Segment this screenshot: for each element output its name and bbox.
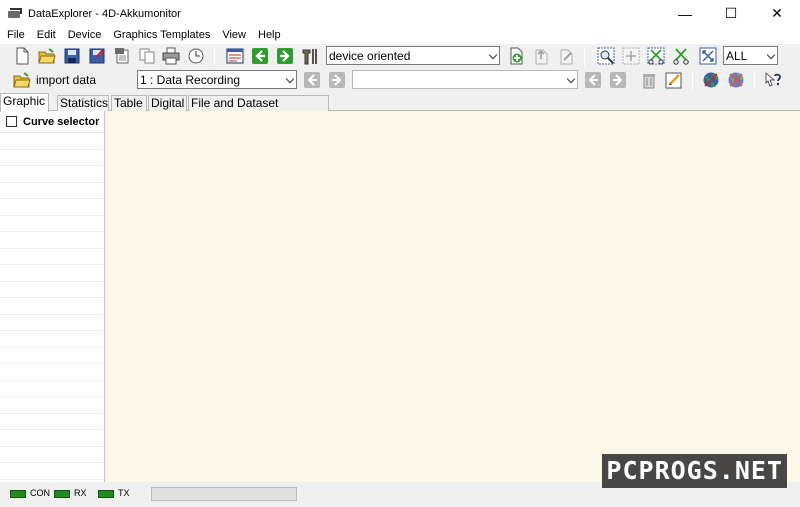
open-folder-icon[interactable] xyxy=(38,47,56,65)
new-file-icon[interactable] xyxy=(13,47,31,65)
import-folder-icon[interactable] xyxy=(13,71,31,89)
save-icon[interactable] xyxy=(63,47,81,65)
rx-label: RX xyxy=(74,488,87,498)
tab-statistics[interactable]: Statistics xyxy=(57,95,109,111)
menu-graphics-templates[interactable]: Graphics Templates xyxy=(107,27,216,44)
chevron-down-icon xyxy=(286,76,294,84)
tab-file-dataset-comment[interactable]: File and Dataset Comment xyxy=(188,95,329,124)
tx-indicator xyxy=(98,490,114,498)
clock-icon[interactable] xyxy=(187,47,205,65)
save-as-icon[interactable] xyxy=(88,47,106,65)
curve-selector-header[interactable]: Curve selector xyxy=(0,111,104,133)
print-icon[interactable] xyxy=(162,47,180,65)
record-comment-select[interactable] xyxy=(352,70,578,89)
tx-label: TX xyxy=(118,488,130,498)
next-arrow-icon[interactable] xyxy=(276,47,294,65)
settings-document-icon[interactable] xyxy=(113,47,131,65)
curve-row xyxy=(0,265,104,282)
view-mode-select[interactable]: device oriented xyxy=(326,46,500,65)
tab-bar: Graphic Statistics Table Digital File an… xyxy=(0,93,800,124)
curve-row xyxy=(0,199,104,216)
main-toolbar: device oriented ALL xyxy=(0,44,800,69)
curve-row xyxy=(0,348,104,364)
watermark: PCPROGS.NET xyxy=(602,454,787,488)
tools-icon[interactable] xyxy=(301,47,319,65)
scissors-icon[interactable] xyxy=(672,47,690,65)
app-icon xyxy=(8,7,22,20)
pan-icon xyxy=(622,47,640,65)
curve-selector-label: Curve selector xyxy=(23,115,100,128)
edit-record-icon[interactable] xyxy=(665,71,683,89)
minimize-button[interactable]: — xyxy=(662,0,708,27)
view-mode-value: device oriented xyxy=(329,48,411,63)
import-data-button[interactable]: import data xyxy=(36,71,96,90)
device-settings-icon[interactable] xyxy=(226,47,244,65)
window-controls: — ☐ ✕ xyxy=(662,0,800,27)
previous-comment-icon xyxy=(584,71,602,89)
fit-to-window-icon[interactable] xyxy=(699,47,717,65)
curve-row xyxy=(0,463,104,480)
next-comment-icon xyxy=(609,71,627,89)
curve-row xyxy=(0,298,104,315)
menu-device[interactable]: Device xyxy=(62,27,108,44)
copy-icon[interactable] xyxy=(138,47,156,65)
curve-row xyxy=(0,166,104,183)
filter-value: ALL xyxy=(726,48,748,63)
close-button[interactable]: ✕ xyxy=(754,0,800,27)
curve-row xyxy=(0,216,104,232)
window-title: DataExplorer - 4D-Akkumonitor xyxy=(28,7,181,20)
curve-selector-panel: Curve selector xyxy=(0,111,105,482)
previous-arrow-icon[interactable] xyxy=(251,47,269,65)
curve-row xyxy=(0,430,104,447)
graph-canvas[interactable] xyxy=(106,111,800,482)
previous-record-icon xyxy=(303,71,321,89)
curve-row xyxy=(0,447,104,463)
data-toolbar: import data 1 : Data Recording xyxy=(0,68,800,93)
next-record-icon xyxy=(328,71,346,89)
menu-help[interactable]: Help xyxy=(252,27,287,44)
tab-table[interactable]: Table xyxy=(111,95,147,111)
chevron-down-icon xyxy=(489,52,497,60)
curve-row xyxy=(0,150,104,166)
curve-row xyxy=(0,315,104,331)
edit-document-icon xyxy=(557,47,575,65)
con-label: CON xyxy=(30,488,50,498)
maximize-button[interactable]: ☐ xyxy=(708,0,754,27)
zoom-icon[interactable] xyxy=(597,47,615,65)
rx-indicator xyxy=(54,490,70,498)
con-indicator xyxy=(10,490,26,498)
menu-bar: File Edit Device Graphics Templates View… xyxy=(0,27,800,44)
curve-row xyxy=(0,364,104,381)
help-cursor-icon[interactable] xyxy=(764,71,782,89)
tab-digital[interactable]: Digital xyxy=(148,95,187,111)
curve-selector-checkbox[interactable] xyxy=(6,116,17,127)
curve-row xyxy=(0,232,104,249)
cut-curve-icon[interactable] xyxy=(647,47,665,65)
chevron-down-icon xyxy=(567,76,575,84)
globe-disabled-icon[interactable] xyxy=(727,71,745,89)
curve-row xyxy=(0,331,104,348)
tab-graphic[interactable]: Graphic xyxy=(0,93,49,112)
export-document-icon xyxy=(532,47,550,65)
curve-row xyxy=(0,414,104,430)
trash-icon[interactable] xyxy=(640,71,658,89)
filter-select[interactable]: ALL xyxy=(723,46,778,65)
record-set-select[interactable]: 1 : Data Recording xyxy=(137,70,297,89)
progress-bar xyxy=(151,487,297,501)
menu-file[interactable]: File xyxy=(1,27,31,44)
menu-edit[interactable]: Edit xyxy=(31,27,62,44)
record-set-value: 1 : Data Recording xyxy=(140,72,241,87)
curve-row xyxy=(0,397,104,414)
curve-row xyxy=(0,282,104,298)
menu-view[interactable]: View xyxy=(216,27,252,44)
add-document-icon[interactable] xyxy=(507,47,525,65)
curve-row xyxy=(0,381,104,397)
curve-row xyxy=(0,249,104,265)
chevron-down-icon xyxy=(767,52,775,60)
curve-row xyxy=(0,133,104,150)
curve-row xyxy=(0,183,104,199)
title-bar: DataExplorer - 4D-Akkumonitor — ☐ ✕ xyxy=(0,0,800,27)
globe-icon[interactable] xyxy=(702,71,720,89)
